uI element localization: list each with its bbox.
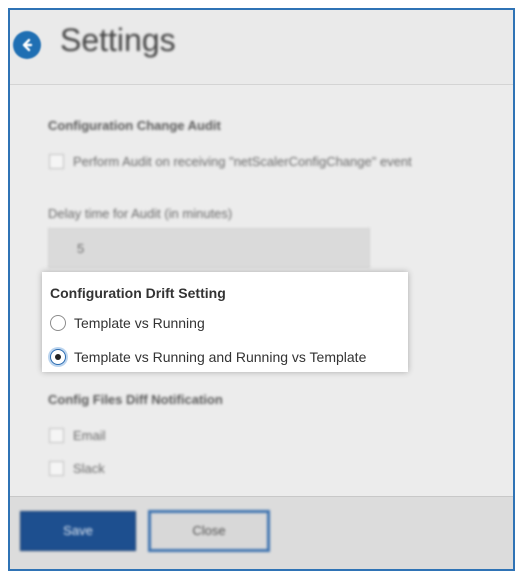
close-button[interactable]: Close — [148, 510, 270, 552]
drift-setting-panel: Configuration Drift Setting Template vs … — [42, 272, 408, 372]
perform-audit-checkbox[interactable] — [49, 154, 64, 169]
email-label: Email — [73, 428, 106, 443]
config-change-audit-heading: Configuration Change Audit — [48, 118, 221, 133]
dialog-footer: Save Close — [10, 496, 513, 569]
back-button[interactable] — [13, 31, 41, 59]
drift-setting-heading: Configuration Drift Setting — [50, 285, 226, 301]
diff-notification-heading: Config Files Diff Notification — [48, 392, 223, 407]
delay-time-input[interactable]: 5 — [48, 228, 370, 268]
arrow-left-circle-icon — [22, 38, 33, 52]
delay-time-label: Delay time for Audit (in minutes) — [48, 206, 233, 221]
perform-audit-label: Perform Audit on receiving "netScalerCon… — [73, 154, 412, 169]
close-button-label: Close — [192, 523, 226, 538]
save-button-label: Save — [63, 523, 93, 538]
email-checkbox[interactable] — [49, 428, 64, 443]
radio-template-vs-running-and-running-vs-template[interactable] — [50, 349, 66, 365]
slack-label: Slack — [73, 461, 105, 476]
page-title: Settings — [60, 22, 176, 58]
dialog-header: Settings — [10, 10, 513, 85]
save-button[interactable]: Save — [20, 511, 136, 551]
screen: Settings Configuration Change Audit Perf… — [0, 0, 521, 578]
slack-checkbox[interactable] — [49, 461, 64, 476]
radio-template-vs-running-and-running-vs-template-label: Template vs Running and Running vs Templ… — [74, 349, 367, 365]
radio-template-vs-running[interactable] — [50, 315, 66, 331]
radio-template-vs-running-label: Template vs Running — [74, 315, 205, 331]
delay-time-value: 5 — [77, 241, 85, 256]
